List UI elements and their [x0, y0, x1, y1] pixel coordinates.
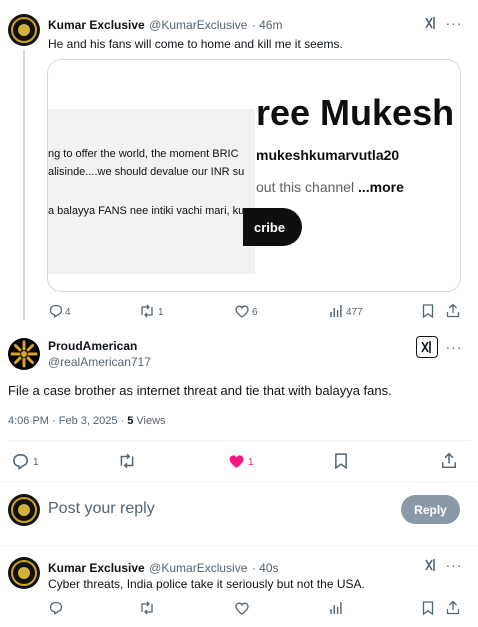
- author-name[interactable]: ProudAmerican: [48, 339, 137, 353]
- author-handle[interactable]: @realAmerican717: [48, 355, 151, 369]
- post-header: Kumar Exclusive @KumarExclusive · 46m: [48, 16, 283, 34]
- embedded-comments-panel: [48, 109, 255, 274]
- embedded-comment-line: alisinde....we should devalue our INR su: [48, 166, 245, 178]
- avatar[interactable]: [8, 557, 40, 589]
- post-time[interactable]: · 40s: [252, 561, 279, 575]
- post-text: File a case brother as internet threat a…: [8, 383, 392, 398]
- like-count: 1: [248, 457, 254, 468]
- reply-icon[interactable]: [48, 600, 64, 616]
- reply-input[interactable]: Post your reply: [48, 500, 155, 518]
- reply-count: 1: [33, 457, 39, 468]
- subscribe-button[interactable]: cribe: [243, 208, 302, 246]
- subscribe-label: cribe: [254, 219, 286, 235]
- avatar[interactable]: [8, 494, 40, 526]
- reply-button[interactable]: Reply: [401, 495, 460, 524]
- post-text: Cyber threats, India police take it seri…: [48, 577, 365, 591]
- author-handle[interactable]: @KumarExclusive: [149, 18, 247, 32]
- divider: [0, 481, 478, 482]
- like-icon-active[interactable]: [226, 452, 246, 470]
- bookmark-icon[interactable]: [420, 600, 436, 616]
- embedded-comment-line: a balayya FANS nee intiki vachi mari, ku: [48, 205, 245, 217]
- avatar[interactable]: [8, 14, 40, 46]
- post-date[interactable]: 4:06 PM · Feb 3, 2025 ·: [8, 415, 127, 427]
- post-header: Kumar Exclusive @KumarExclusive · 40s: [48, 559, 279, 577]
- divider: [0, 545, 478, 546]
- divider: [8, 440, 470, 441]
- reply-icon[interactable]: [48, 303, 64, 319]
- more-link[interactable]: ...more: [358, 179, 404, 195]
- media-card[interactable]: ng to offer the world, the moment BRIC a…: [47, 59, 461, 292]
- views-icon[interactable]: [328, 303, 344, 319]
- repost-icon[interactable]: [117, 452, 137, 470]
- views-label: Views: [133, 415, 166, 427]
- repost-icon[interactable]: [138, 303, 156, 319]
- reply-count: 4: [65, 307, 71, 318]
- share-icon[interactable]: [445, 302, 461, 319]
- post-timestamp: 4:06 PM · Feb 3, 2025 · 5 Views: [8, 415, 166, 427]
- bookmark-icon[interactable]: [332, 452, 350, 470]
- post-time[interactable]: · 46m: [252, 18, 283, 32]
- like-count: 6: [252, 307, 258, 318]
- like-icon[interactable]: [234, 303, 250, 319]
- channel-title: ree Mukesh: [256, 92, 455, 133]
- more-options-icon[interactable]: ···: [444, 556, 464, 574]
- views-icon[interactable]: [328, 600, 344, 616]
- repost-icon[interactable]: [138, 600, 156, 616]
- share-icon[interactable]: [445, 599, 461, 616]
- channel-about-text: out this channel: [256, 179, 355, 195]
- author-name[interactable]: Kumar Exclusive: [48, 561, 145, 575]
- repost-count: 1: [158, 307, 164, 318]
- reply-icon[interactable]: [10, 452, 30, 470]
- views-count: 477: [346, 307, 363, 318]
- avatar[interactable]: [8, 338, 40, 370]
- grok-icon[interactable]: [421, 556, 441, 574]
- embedded-comment-line: ng to offer the world, the moment BRIC: [48, 148, 239, 160]
- grok-icon[interactable]: [421, 14, 441, 32]
- share-icon[interactable]: [440, 451, 458, 470]
- bookmark-icon[interactable]: [420, 303, 436, 319]
- channel-handle: mukeshkumarvutla20: [256, 147, 400, 163]
- more-options-icon[interactable]: ···: [444, 338, 464, 356]
- author-name[interactable]: Kumar Exclusive: [48, 18, 145, 32]
- more-options-icon[interactable]: ···: [444, 14, 464, 32]
- thread-line: [23, 50, 25, 320]
- grok-icon[interactable]: [416, 336, 438, 358]
- channel-about: out this channel ...more: [256, 179, 404, 195]
- author-handle[interactable]: @KumarExclusive: [149, 561, 247, 575]
- post-text: He and his fans will come to home and ki…: [48, 37, 343, 51]
- like-icon[interactable]: [234, 600, 250, 616]
